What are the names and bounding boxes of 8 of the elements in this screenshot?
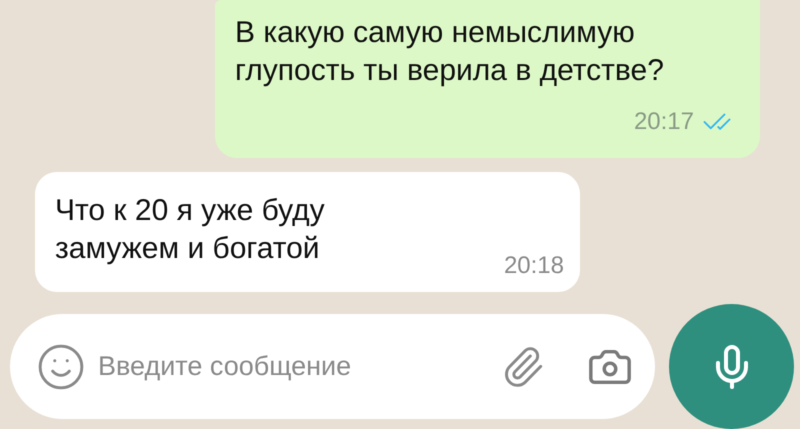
message-time: 20:18 [504, 251, 564, 281]
message-time: 20:17 [634, 107, 694, 137]
message-text: замужем и богатой [55, 230, 320, 267]
message-field[interactable]: Введите сообщение [98, 346, 489, 387]
emoji-icon[interactable] [36, 342, 86, 392]
message-text: В какую самую немыслимую [235, 15, 635, 51]
message-text: Что к 20 я уже буду [55, 192, 325, 229]
message-text: глупость ты верила в детстве? [235, 53, 664, 89]
